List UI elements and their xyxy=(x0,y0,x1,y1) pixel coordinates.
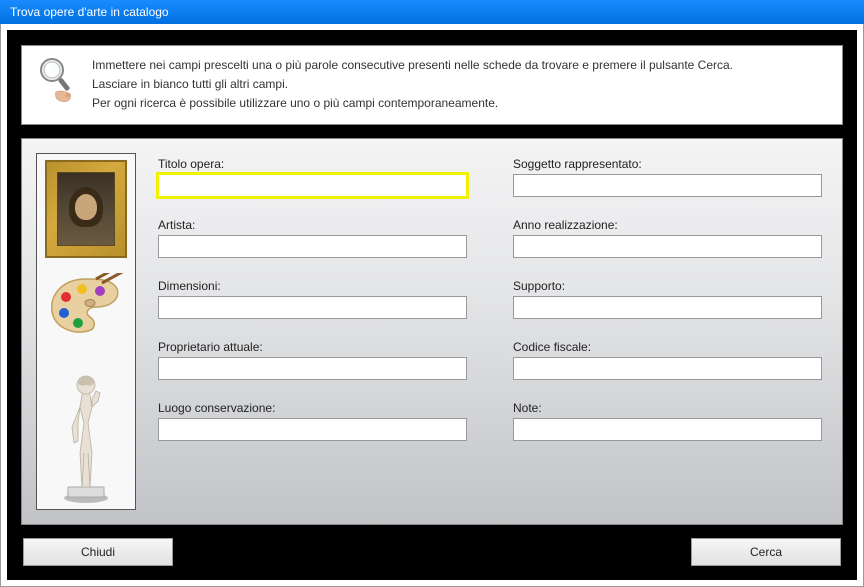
input-titolo-opera[interactable] xyxy=(158,174,467,197)
art-sidebar xyxy=(36,153,136,510)
search-button[interactable]: Cerca xyxy=(691,538,841,566)
field-dimensioni: Dimensioni: xyxy=(158,279,467,319)
input-anno[interactable] xyxy=(513,235,822,258)
input-dimensioni[interactable] xyxy=(158,296,467,319)
input-artista[interactable] xyxy=(158,235,467,258)
field-soggetto: Soggetto rappresentato: xyxy=(513,157,822,197)
input-proprietario[interactable] xyxy=(158,357,467,380)
window-title: Trova opere d'arte in catalogo xyxy=(10,5,169,19)
help-line-1: Immettere nei campi prescelti una o più … xyxy=(92,56,733,75)
magnifier-icon xyxy=(36,56,74,104)
button-bar: Chiudi Cerca xyxy=(21,538,843,566)
label-anno: Anno realizzazione: xyxy=(513,218,822,232)
field-codice-fiscale: Codice fiscale: xyxy=(513,340,822,380)
input-luogo[interactable] xyxy=(158,418,467,441)
field-supporto: Supporto: xyxy=(513,279,822,319)
label-dimensioni: Dimensioni: xyxy=(158,279,467,293)
close-button[interactable]: Chiudi xyxy=(23,538,173,566)
painting-icon xyxy=(45,160,127,258)
statue-icon xyxy=(56,353,116,503)
field-proprietario: Proprietario attuale: xyxy=(158,340,467,380)
label-note: Note: xyxy=(513,401,822,415)
help-box: Immettere nei campi prescelti una o più … xyxy=(21,45,843,125)
field-note: Note: xyxy=(513,401,822,441)
field-artista: Artista: xyxy=(158,218,467,258)
label-codice-fiscale: Codice fiscale: xyxy=(513,340,822,354)
label-proprietario: Proprietario attuale: xyxy=(158,340,467,354)
input-supporto[interactable] xyxy=(513,296,822,319)
help-text: Immettere nei campi prescelti una o più … xyxy=(92,56,733,114)
field-titolo-opera: Titolo opera: xyxy=(158,157,467,197)
outer-frame: Immettere nei campi prescelti una o più … xyxy=(0,24,864,587)
label-luogo: Luogo conservazione: xyxy=(158,401,467,415)
label-artista: Artista: xyxy=(158,218,467,232)
titlebar: Trova opere d'arte in catalogo xyxy=(0,0,864,24)
form-grid: Titolo opera: Soggetto rappresentato: Ar… xyxy=(158,153,822,510)
search-form-area: Titolo opera: Soggetto rappresentato: Ar… xyxy=(21,138,843,525)
palette-icon xyxy=(46,273,126,337)
input-codice-fiscale[interactable] xyxy=(513,357,822,380)
input-note[interactable] xyxy=(513,418,822,441)
dialog-body: Immettere nei campi prescelti una o più … xyxy=(7,30,857,580)
help-line-3: Per ogni ricerca è possibile utilizzare … xyxy=(92,94,733,113)
help-line-2: Lasciare in bianco tutti gli altri campi… xyxy=(92,75,733,94)
label-soggetto: Soggetto rappresentato: xyxy=(513,157,822,171)
label-supporto: Supporto: xyxy=(513,279,822,293)
input-soggetto[interactable] xyxy=(513,174,822,197)
field-anno: Anno realizzazione: xyxy=(513,218,822,258)
field-luogo: Luogo conservazione: xyxy=(158,401,467,441)
label-titolo-opera: Titolo opera: xyxy=(158,157,467,171)
